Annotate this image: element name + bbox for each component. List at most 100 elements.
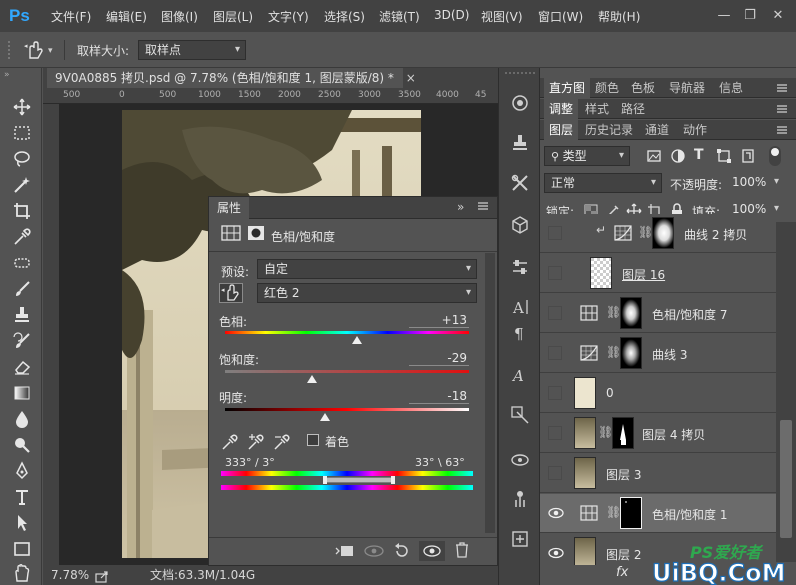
saturation-value[interactable]: -29 bbox=[409, 351, 469, 366]
blur-tool-icon[interactable] bbox=[10, 408, 34, 430]
export-icon[interactable] bbox=[95, 569, 109, 585]
path-selection-tool-icon[interactable] bbox=[10, 512, 34, 534]
eyedropper-plus-icon[interactable] bbox=[247, 433, 265, 454]
eyedropper-minus-icon[interactable] bbox=[273, 433, 291, 454]
visibility-toggle[interactable] bbox=[548, 226, 562, 240]
targeted-adjustment-tool-icon[interactable]: ◂ bbox=[219, 283, 243, 303]
filter-smart-object-icon[interactable] bbox=[740, 148, 756, 167]
tab-channels[interactable]: 通道 bbox=[640, 120, 674, 140]
rectangle-tool-icon[interactable] bbox=[10, 538, 34, 560]
tab-swatches[interactable]: 色板 bbox=[626, 78, 660, 98]
saturation-slider-thumb[interactable] bbox=[306, 375, 317, 383]
layer-row-selected[interactable]: ⛓ 色相/饱和度 1 bbox=[540, 494, 776, 533]
sample-size-select[interactable]: 取样点 ▾ bbox=[138, 40, 246, 60]
filter-type-icon[interactable]: T bbox=[694, 147, 704, 163]
layer-row[interactable]: 图层 3 bbox=[540, 454, 776, 493]
visibility-toggle[interactable] bbox=[548, 306, 562, 320]
layer-mask-icon[interactable] bbox=[247, 225, 265, 244]
timeline-icon[interactable] bbox=[509, 488, 531, 510]
preset-select[interactable]: 自定 ▾ bbox=[257, 259, 477, 279]
menu-help[interactable]: 帮助(H) bbox=[598, 8, 640, 25]
layer-row[interactable]: ⛓ 图层 4 拷贝 bbox=[540, 414, 776, 453]
tab-color[interactable]: 颜色 bbox=[590, 78, 624, 98]
hue-slider-thumb[interactable] bbox=[351, 336, 362, 344]
lightness-value[interactable]: -18 bbox=[409, 389, 469, 404]
export-layers-icon[interactable] bbox=[509, 528, 531, 550]
visibility-toggle[interactable] bbox=[548, 466, 562, 480]
brush-tool-icon[interactable] bbox=[10, 278, 34, 300]
panel-menu-icon[interactable] bbox=[776, 82, 788, 97]
restore-button[interactable]: ❐ bbox=[740, 7, 760, 25]
filter-shape-icon[interactable] bbox=[716, 148, 732, 167]
glyphs-icon[interactable]: A bbox=[509, 364, 531, 386]
visibility-toggle[interactable] bbox=[548, 426, 562, 440]
character-icon[interactable]: A bbox=[509, 296, 531, 318]
eye-icon[interactable] bbox=[548, 506, 564, 523]
menu-select[interactable]: 选择(S) bbox=[324, 8, 365, 25]
close-tab-icon[interactable]: × bbox=[406, 71, 416, 85]
layer-mask-thumbnail[interactable] bbox=[652, 217, 674, 249]
clone-stamp-tool-icon[interactable] bbox=[10, 304, 34, 326]
eyedropper-icon[interactable] bbox=[221, 433, 239, 454]
layer-mask-thumbnail[interactable] bbox=[620, 337, 642, 369]
menu-filter[interactable]: 滤镜(T) bbox=[379, 8, 420, 25]
menu-edit[interactable]: 编辑(E) bbox=[106, 8, 147, 25]
opacity-field[interactable]: 100% ▾ bbox=[726, 173, 784, 193]
layer-thumbnail[interactable] bbox=[574, 377, 596, 409]
crop-tool-icon[interactable] bbox=[10, 200, 34, 222]
panel-menu-icon[interactable] bbox=[776, 124, 788, 139]
hue-value[interactable]: +13 bbox=[409, 313, 469, 328]
layer-row[interactable]: ↵ ⛓ 曲线 2 拷贝 bbox=[540, 214, 776, 253]
move-tool-icon[interactable] bbox=[10, 96, 34, 118]
document-size[interactable]: 文档:63.3M/1.04G bbox=[150, 565, 255, 585]
tab-history[interactable]: 历史记录 bbox=[580, 120, 638, 140]
menu-view[interactable]: 视图(V) bbox=[481, 8, 523, 25]
magic-wand-tool-icon[interactable] bbox=[10, 174, 34, 196]
trash-icon[interactable] bbox=[455, 542, 469, 561]
color-range-selector[interactable] bbox=[323, 477, 395, 483]
visibility-toggle[interactable] bbox=[548, 266, 562, 280]
menu-layer[interactable]: 图层(L) bbox=[213, 8, 253, 25]
tool-presets-icon[interactable] bbox=[509, 172, 531, 194]
paths-icon[interactable] bbox=[509, 404, 531, 426]
gradient-tool-icon[interactable] bbox=[10, 382, 34, 404]
tab-styles[interactable]: 样式 bbox=[580, 99, 614, 119]
tool-preset-caret-icon[interactable]: ▾ bbox=[48, 46, 53, 56]
visibility-toggle-icon[interactable] bbox=[419, 541, 445, 561]
layers-scrollbar-thumb[interactable] bbox=[780, 420, 792, 538]
layer-filter-select[interactable]: ⚲ 类型 ▾ bbox=[544, 146, 630, 166]
layer-thumbnail[interactable] bbox=[590, 257, 612, 289]
tab-layers[interactable]: 图层 bbox=[544, 120, 579, 140]
panel-menu-icon[interactable] bbox=[776, 103, 788, 118]
blend-mode-select[interactable]: 正常 ▾ bbox=[544, 173, 662, 193]
layer-row[interactable]: 0 bbox=[540, 374, 776, 413]
3d-cube-icon[interactable] bbox=[509, 214, 531, 236]
range-handle-left[interactable] bbox=[323, 476, 327, 484]
healing-brush-tool-icon[interactable] bbox=[10, 252, 34, 274]
menu-type[interactable]: 文字(Y) bbox=[268, 8, 309, 25]
view-previous-state-icon[interactable] bbox=[363, 543, 385, 562]
layer-row[interactable]: ⛓ 曲线 3 bbox=[540, 334, 776, 373]
dodge-tool-icon[interactable] bbox=[10, 434, 34, 456]
tab-paths[interactable]: 路径 bbox=[616, 99, 650, 119]
vertical-ruler[interactable] bbox=[43, 104, 59, 565]
minimize-button[interactable]: — bbox=[714, 7, 734, 25]
filter-toggle[interactable] bbox=[769, 146, 781, 166]
clip-to-layer-icon[interactable] bbox=[335, 543, 355, 562]
tab-info[interactable]: 信息 bbox=[714, 78, 748, 98]
hand-tool-icon[interactable] bbox=[10, 562, 34, 584]
layer-thumbnail[interactable] bbox=[574, 417, 596, 449]
filter-adjustment-icon[interactable] bbox=[670, 148, 686, 167]
adjustment-hue-sat-icon[interactable] bbox=[221, 225, 241, 244]
menu-file[interactable]: 文件(F) bbox=[51, 8, 91, 25]
eyedropper-tool-icon[interactable] bbox=[10, 226, 34, 248]
menu-window[interactable]: 窗口(W) bbox=[538, 8, 583, 25]
document-tab[interactable]: 9V0A0885 拷贝.psd @ 7.78% (色相/饱和度 1, 图层蒙版/… bbox=[47, 68, 416, 88]
layer-thumbnail[interactable] bbox=[574, 457, 596, 489]
menu-3d[interactable]: 3D(D) bbox=[434, 8, 469, 22]
range-handle-right[interactable] bbox=[391, 476, 395, 484]
visibility-toggle[interactable] bbox=[548, 346, 562, 360]
brush-settings-icon[interactable] bbox=[509, 256, 531, 278]
adjustments-icon[interactable] bbox=[509, 92, 531, 114]
marquee-tool-icon[interactable] bbox=[10, 122, 34, 144]
